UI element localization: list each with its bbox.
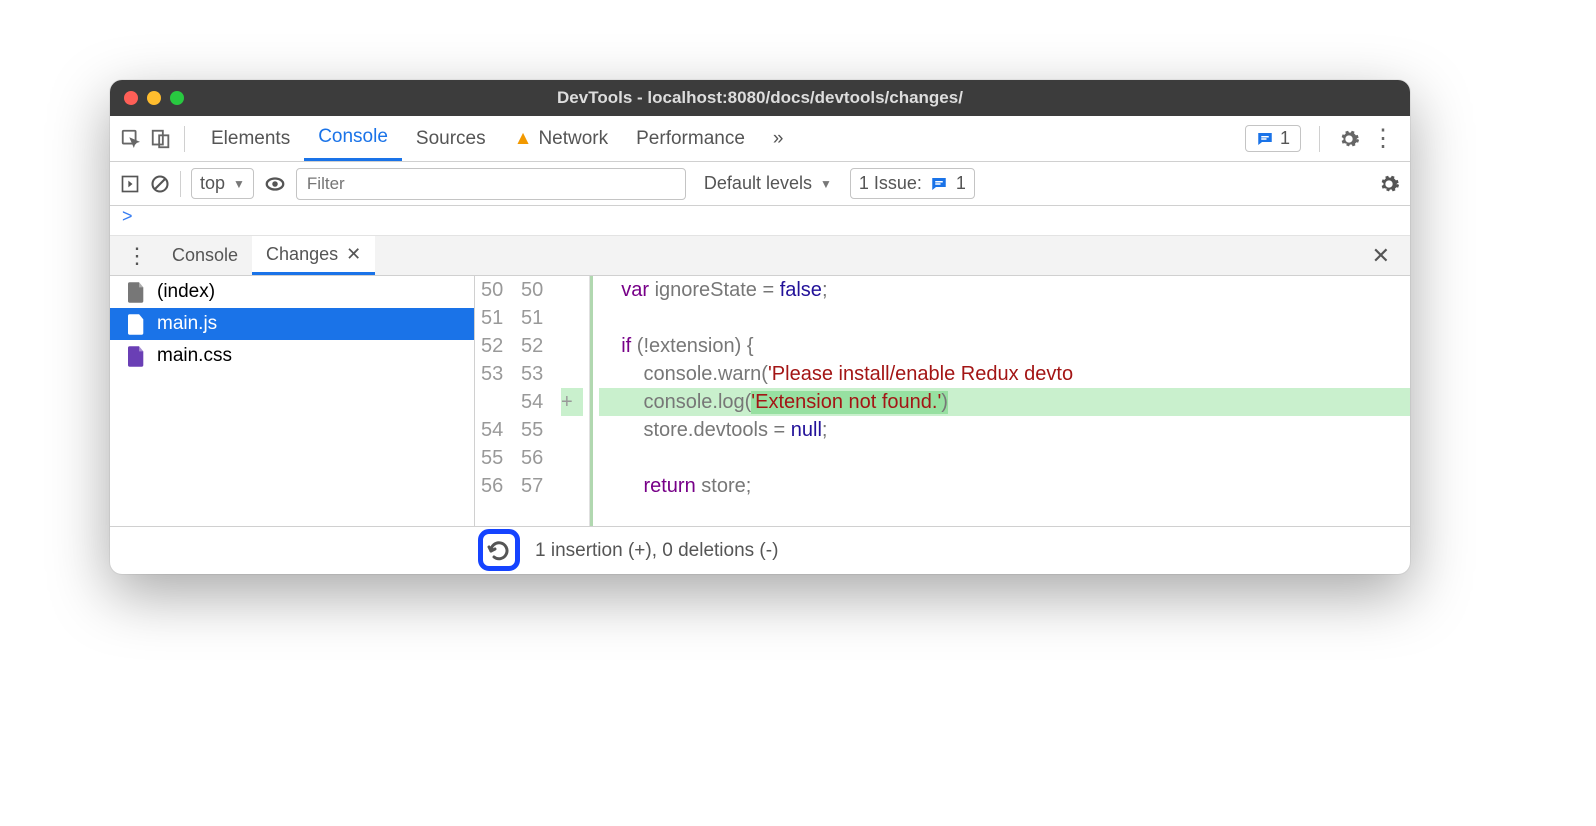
tab-elements[interactable]: Elements [197,116,304,161]
code-line: console.warn('Please install/enable Redu… [599,360,1410,388]
devtools-window: DevTools - localhost:8080/docs/devtools/… [110,80,1410,574]
code-line: store.devtools = null; [599,416,1410,444]
close-tab-icon[interactable]: ✕ [346,244,361,265]
message-icon [930,175,948,193]
tab-console[interactable]: Console [304,116,402,161]
drawer-tabstrip: ⋮ Console Changes ✕ ✕ [110,236,1410,276]
file-name: (index) [157,281,215,303]
file-item[interactable]: (index) [110,276,474,308]
code-line: console.log('Extension not found.') [599,388,1410,416]
window-title: DevTools - localhost:8080/docs/devtools/… [110,88,1410,108]
issues-button[interactable]: 1 Issue: 1 [850,168,975,199]
file-name: main.css [157,345,232,367]
tab-network[interactable]: ▲Network [500,116,623,161]
clear-console-icon[interactable] [150,174,170,194]
sidebar-toggle-icon[interactable] [120,174,140,194]
log-levels-selector[interactable]: Default levels [696,169,840,198]
tab-performance[interactable]: Performance [622,116,759,161]
drawer-tab-changes[interactable]: Changes ✕ [252,236,375,275]
drawer-body: (index) main.js main.css 505152535455565… [110,276,1410,526]
code-line: return store; [599,472,1410,500]
code-line: if (!extension) { [599,332,1410,360]
file-icon [128,346,145,367]
drawer-tab-console[interactable]: Console [158,236,252,275]
context-selector[interactable]: top [191,168,254,199]
diff-code: var ignoreState = false; if (!extension)… [590,276,1410,526]
kebab-icon[interactable]: ⋮ [1372,128,1394,150]
file-item[interactable]: main.css [110,340,474,372]
filter-input[interactable] [296,168,686,200]
warning-icon: ▲ [514,128,533,150]
file-item[interactable]: main.js [110,308,474,340]
file-icon [128,314,145,335]
code-line: var ignoreState = false; [599,276,1410,304]
diff-gutter: 505152535455565051525354555657+ [475,276,590,526]
diff-summary: 1 insertion (+), 0 deletions (-) [535,540,778,562]
file-name: main.js [157,313,217,335]
diff-info-bar: 1 insertion (+), 0 deletions (-) [110,526,1410,574]
main-tabstrip: Elements Console Sources ▲Network Perfor… [110,116,1410,162]
device-toggle-icon[interactable] [150,128,172,150]
settings-icon[interactable] [1338,128,1360,150]
live-expression-icon[interactable] [264,173,286,195]
console-toolbar: top Default levels 1 Issue: 1 [110,162,1410,206]
tab-overflow[interactable]: » [759,116,798,161]
revert-button[interactable] [478,529,520,571]
console-settings-icon[interactable] [1378,173,1400,195]
changed-files-list: (index) main.js main.css [110,276,475,526]
tab-sources[interactable]: Sources [402,116,500,161]
file-icon [128,282,145,303]
diff-pane: 505152535455565051525354555657+ var igno… [475,276,1410,526]
code-line [599,444,1410,472]
code-line [599,304,1410,332]
close-drawer-icon[interactable]: ✕ [1358,243,1404,269]
titlebar: DevTools - localhost:8080/docs/devtools/… [110,80,1410,116]
inspect-icon[interactable] [120,128,142,150]
console-prompt[interactable]: > [110,206,1410,236]
drawer-kebab-icon[interactable]: ⋮ [116,243,158,269]
message-icon [1256,130,1274,148]
issues-chip[interactable]: 1 [1245,125,1301,152]
